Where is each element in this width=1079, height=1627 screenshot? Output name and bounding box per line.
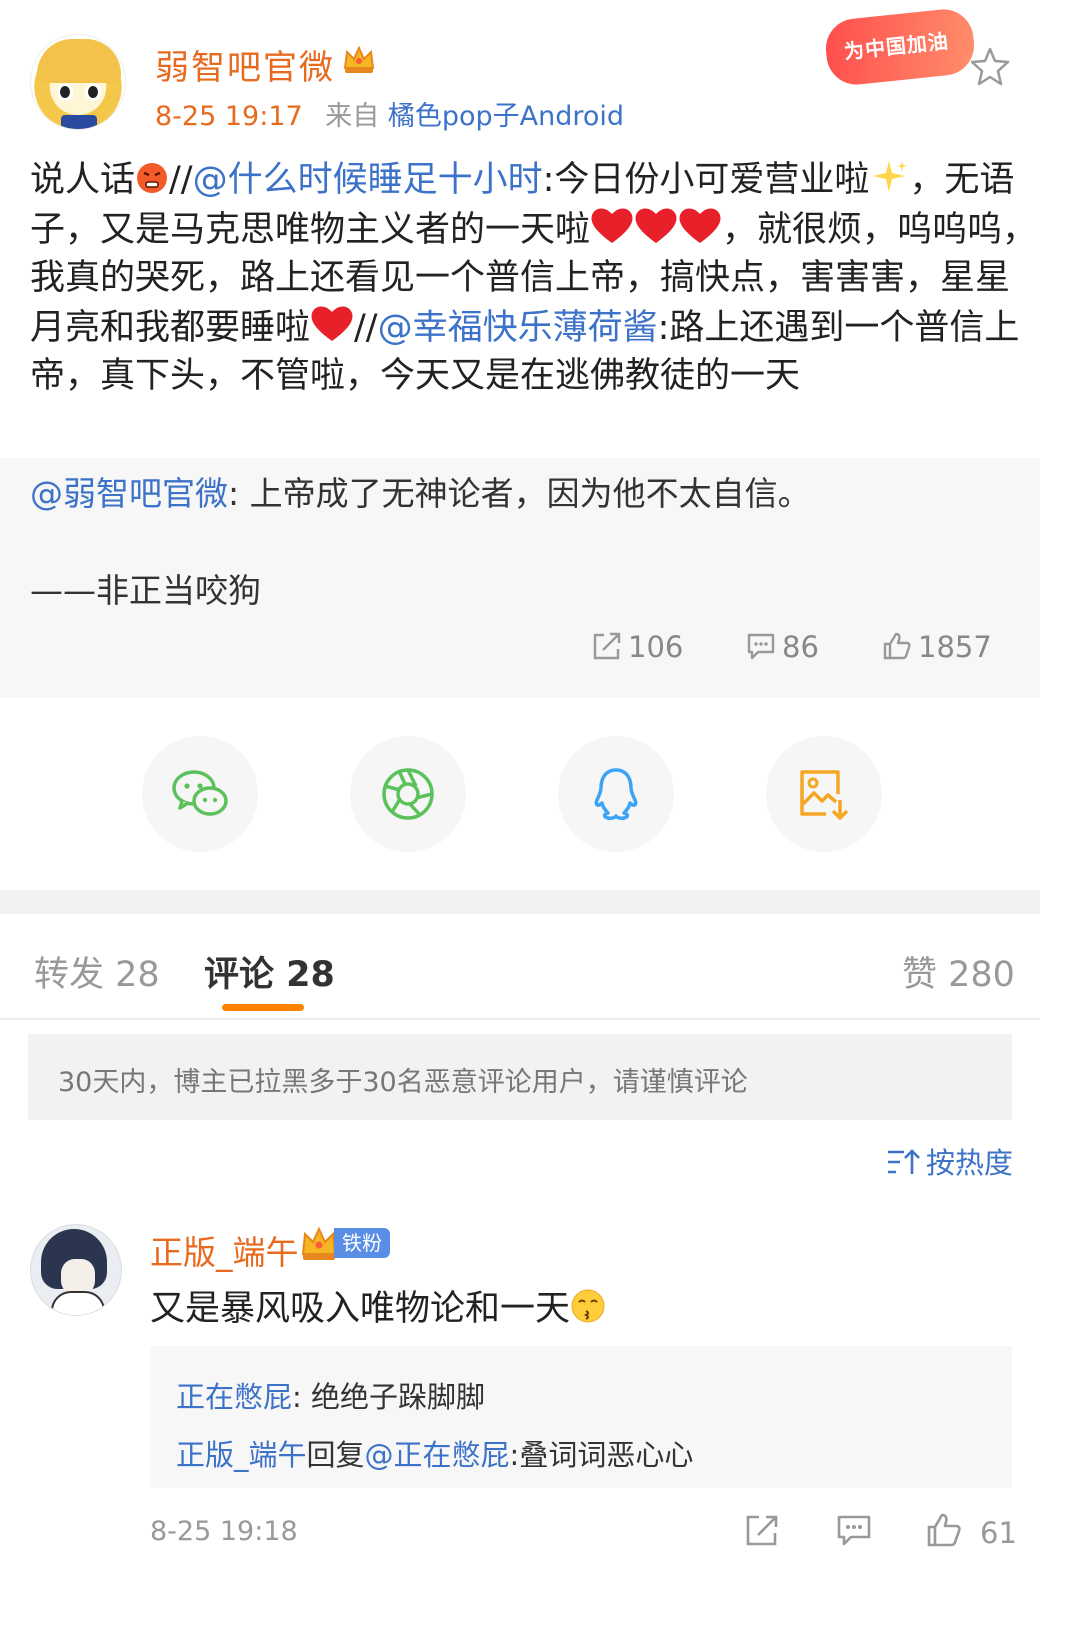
crown-icon <box>301 1226 337 1260</box>
share-icon <box>746 1515 778 1546</box>
comment-icon <box>747 633 775 660</box>
author-username[interactable]: 弱智吧官微 <box>155 40 335 89</box>
sort-label: 按热度 <box>926 1146 1014 1180</box>
comment-item: 正版_端午 铁粉 又是暴风吸入唯物论和一天 正在憋屁: 绝绝子跺脚脚 正版_端午… <box>0 1210 1040 1627</box>
favorite-star-icon[interactable] <box>970 46 1010 86</box>
source-prefix: 来自 <box>325 101 380 132</box>
comment-share-button[interactable] <box>744 1512 780 1552</box>
post-source[interactable]: 橘色pop子Android <box>388 101 624 132</box>
section-divider <box>0 890 1040 914</box>
reply-item: 正在憋屁: 绝绝子跺脚脚 <box>176 1368 986 1426</box>
comment-reply-button[interactable] <box>836 1512 872 1552</box>
original-author-link[interactable]: @弱智吧官微 <box>30 474 228 513</box>
reply-author-link[interactable]: 正版_端午 <box>176 1438 307 1472</box>
post-header: 弱智吧官微 8-25 19:17 来自 橘色pop子Android 为中国加油 <box>0 0 1079 150</box>
reply-text: :叠词词恶心心 <box>509 1438 694 1472</box>
comment-count: 86 <box>782 630 819 664</box>
cheer-badge[interactable]: 为中国加油 <box>822 6 978 88</box>
sparkles-emoji-icon <box>873 161 908 192</box>
comment-content: 又是暴风吸入唯物论和一天 <box>150 1289 571 1329</box>
commenter-avatar[interactable] <box>30 1224 122 1316</box>
post-text: // <box>169 160 193 200</box>
like-count: 1857 <box>918 630 992 664</box>
share-wechat-button[interactable] <box>142 736 258 852</box>
comment-icon <box>837 1515 871 1546</box>
share-targets <box>0 698 1040 890</box>
comment-like-count: 61 <box>980 1516 1017 1550</box>
original-post-box[interactable]: @弱智吧官微: 上帝成了无神论者，因为他不太自信。 ——非正当咬狗 106 86… <box>0 458 1040 698</box>
moments-icon <box>382 768 434 820</box>
tab-comments[interactable]: 评论 28 <box>204 946 335 997</box>
post-text: // <box>354 307 378 348</box>
repost-share-count[interactable]: 106 <box>592 630 683 664</box>
mention-link[interactable]: @幸福快乐薄荷酱 <box>378 308 658 348</box>
thumbs-up-icon <box>883 632 911 660</box>
post-body: 说人话//@什么时候睡足十小时:今日份小可爱营业啦 ，无语子，又是马克思唯物主义者… <box>30 156 1040 401</box>
original-post-text: @弱智吧官微: 上帝成了无神论者，因为他不太自信。 <box>30 472 811 516</box>
reply-text: 绝绝子跺脚脚 <box>311 1380 486 1414</box>
post-time: 8-25 19:17 <box>155 101 303 132</box>
tab-reposts[interactable]: 转发 28 <box>34 946 160 997</box>
original-post-content: : 上帝成了无神论者，因为他不太自信。 <box>228 474 811 513</box>
crown-icon <box>343 45 375 73</box>
reply-connector: 回复 <box>306 1438 365 1472</box>
active-tab-indicator <box>222 1004 304 1011</box>
fan-badge: 铁粉 <box>334 1228 390 1258</box>
interaction-tabs: 转发 28 评论 28 赞 280 <box>0 914 1040 1020</box>
post-text: 说人话 <box>30 160 136 200</box>
post-meta: 8-25 19:17 来自 橘色pop子Android <box>155 94 624 133</box>
wechat-icon <box>172 770 228 816</box>
post-text: :今日份小可爱营业啦 <box>542 160 870 200</box>
thumbs-up-icon <box>927 1513 961 1547</box>
qq-icon <box>594 768 638 820</box>
share-count: 106 <box>628 630 684 664</box>
red-heart-emoji-icon <box>591 207 721 243</box>
comment-notice: 30天内，博主已拉黑多于30名恶意评论用户，请谨慎评论 <box>28 1034 1012 1120</box>
original-post-signature: ——非正当咬狗 <box>30 571 261 610</box>
kiss-emoji-icon <box>571 1289 605 1323</box>
repost-like-count[interactable]: 1857 <box>882 630 992 664</box>
angry-emoji-icon <box>137 163 168 193</box>
share-icon <box>593 632 621 660</box>
mention-link[interactable]: @什么时候睡足十小时 <box>193 160 543 200</box>
cheer-badge-label: 为中国加油 <box>842 28 950 64</box>
save-image-icon <box>800 770 849 820</box>
reply-item: 正版_端午回复@正在憋屁:叠词词恶心心 <box>176 1426 986 1484</box>
repost-comment-count[interactable]: 86 <box>746 630 819 664</box>
share-moments-button[interactable] <box>350 736 466 852</box>
comment-replies[interactable]: 正在憋屁: 绝绝子跺脚脚 正版_端午回复@正在憋屁:叠词词恶心心 <box>150 1346 1012 1488</box>
tab-likes[interactable]: 赞 280 <box>902 946 1015 997</box>
save-image-button[interactable] <box>766 736 882 852</box>
comment-like-button[interactable] <box>926 1512 962 1552</box>
mention-link[interactable]: @正在憋屁 <box>365 1438 510 1472</box>
comment-time: 8-25 19:18 <box>150 1516 298 1547</box>
comment-text: 又是暴风吸入唯物论和一天 <box>150 1280 606 1331</box>
author-avatar[interactable] <box>30 34 126 130</box>
reply-separator: : <box>292 1380 312 1414</box>
share-qq-button[interactable] <box>558 736 674 852</box>
red-heart-emoji-icon <box>311 305 353 341</box>
sort-icon <box>888 1149 920 1174</box>
sort-by-popularity-button[interactable]: 按热度 <box>886 1140 1013 1182</box>
commenter-username[interactable]: 正版_端午 <box>150 1226 299 1274</box>
reply-author-link[interactable]: 正在憋屁 <box>176 1380 292 1414</box>
